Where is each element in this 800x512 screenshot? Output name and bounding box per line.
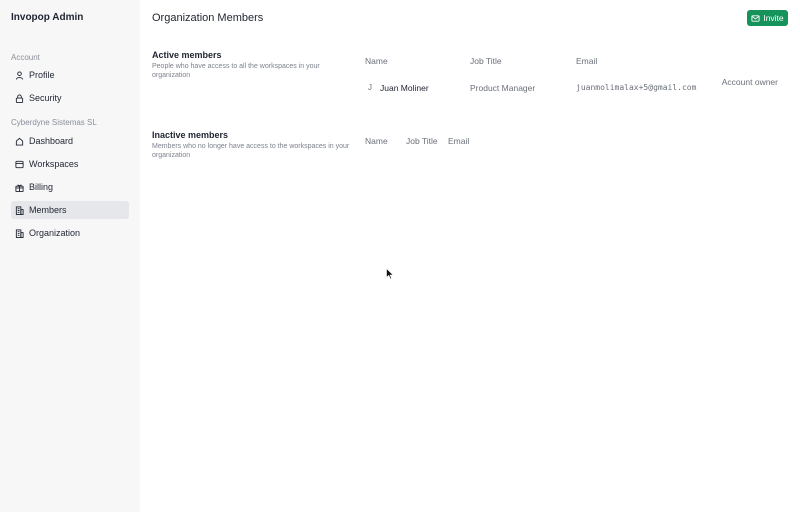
home-icon — [14, 136, 24, 146]
sidebar-item-workspaces[interactable]: Workspaces — [11, 155, 129, 173]
sidebar-item-profile[interactable]: Profile — [11, 66, 129, 84]
sidebar-item-label: Workspaces — [29, 159, 79, 169]
sidebar-item-members[interactable]: Members — [11, 201, 129, 219]
member-role: Account owner — [721, 77, 778, 87]
lock-icon — [14, 93, 24, 103]
user-icon — [14, 70, 24, 80]
sidebar-item-organization[interactable]: Organization — [11, 224, 129, 242]
sidebar-item-label: Profile — [29, 70, 55, 80]
main-content: Organization Members Invite Active membe… — [140, 0, 800, 512]
sidebar-item-label: Billing — [29, 182, 54, 192]
sidebar-item-dashboard[interactable]: Dashboard — [11, 132, 129, 150]
inactive-col-header-email: Email — [448, 136, 470, 146]
account-section-label: Account — [11, 53, 40, 62]
sidebar: Invopop Admin Account Profile Security C… — [0, 0, 140, 512]
invite-button-label: Invite — [763, 13, 784, 23]
member-job-title: Product Manager — [470, 83, 536, 93]
mail-icon — [751, 14, 760, 23]
avatar: J — [368, 83, 372, 92]
inactive-col-header-job-title: Job Title — [406, 136, 438, 146]
window-icon — [14, 159, 24, 169]
gift-icon — [14, 182, 24, 192]
sidebar-item-label: Dashboard — [29, 136, 74, 146]
invite-button[interactable]: Invite — [747, 10, 788, 26]
page-title: Organization Members — [152, 12, 264, 24]
active-members-title: Active members — [152, 50, 222, 60]
inactive-col-header-name: Name — [365, 136, 388, 146]
member-name: Juan Moliner — [380, 83, 429, 93]
building-icon — [14, 205, 24, 215]
sidebar-item-label: Organization — [29, 228, 81, 238]
sidebar-item-label: Security — [29, 93, 62, 103]
sidebar-item-security[interactable]: Security — [11, 89, 129, 107]
active-col-header-job-title: Job Title — [470, 56, 502, 66]
member-email: juanmolimalax+5@gmail.com — [576, 83, 697, 92]
inactive-members-description: Members who no longer have access to the… — [152, 143, 350, 159]
active-col-header-name: Name — [365, 56, 388, 66]
inactive-members-title: Inactive members — [152, 130, 229, 140]
sidebar-item-billing[interactable]: Billing — [11, 178, 129, 196]
app-title: Invopop Admin — [11, 12, 84, 23]
app-window: Invopop Admin Account Profile Security C… — [0, 0, 800, 512]
building-icon — [14, 228, 24, 238]
active-col-header-email: Email — [576, 56, 598, 66]
organization-section-label: Cyberdyne Sistemas SL — [11, 118, 97, 127]
active-members-description: People who have access to all the worksp… — [152, 63, 320, 79]
sidebar-item-label: Members — [29, 205, 67, 215]
mouse-cursor-icon — [386, 267, 394, 280]
